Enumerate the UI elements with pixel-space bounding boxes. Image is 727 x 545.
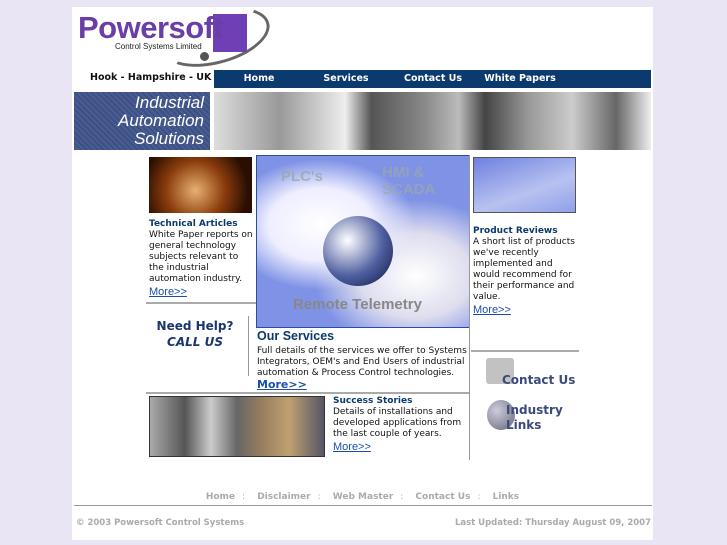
services-image[interactable]: PLC's HMI & SCADA Remote Telemetry — [256, 155, 470, 328]
technical-articles-title[interactable]: Technical Articles — [149, 219, 238, 229]
separator: : — [317, 492, 321, 502]
telemetry-label: Remote Telemetry — [293, 296, 422, 313]
technical-more-link[interactable]: More>> — [149, 286, 187, 298]
logo-ball — [200, 52, 209, 61]
nav-bar: Home Services Contact Us White Papers — [214, 70, 651, 88]
product-reviews-image[interactable] — [473, 157, 576, 213]
our-services-title[interactable]: Our Services — [257, 329, 334, 343]
footer-disclaimer[interactable]: Disclaimer — [257, 492, 310, 502]
separator: : — [242, 492, 246, 502]
need-help-text: Need Help? — [156, 319, 234, 333]
success-more-link[interactable]: More>> — [333, 441, 371, 453]
divider — [146, 302, 256, 304]
divider — [471, 350, 579, 352]
nav-contact-us[interactable]: Contact Us — [404, 73, 462, 84]
header-photo-strip — [214, 92, 651, 150]
separator: : — [400, 492, 404, 502]
footer-webmaster[interactable]: Web Master — [333, 492, 394, 502]
divider — [146, 392, 469, 394]
footer-links-link[interactable]: Links — [493, 492, 520, 502]
globe-icon — [323, 216, 393, 286]
hmi-label: HMI & SCADA — [382, 164, 436, 198]
technical-articles-image[interactable] — [149, 157, 252, 213]
nav-white-papers[interactable]: White Papers — [484, 73, 556, 84]
technical-articles-text: White Paper reports on general technolog… — [149, 230, 253, 284]
reviews-more-link[interactable]: More>> — [473, 304, 511, 316]
footer-divider — [74, 505, 652, 506]
divider — [469, 155, 470, 460]
success-stories-title[interactable]: Success Stories — [333, 396, 412, 406]
industry-links-link[interactable]: Industry Links — [506, 403, 566, 433]
success-stories-image[interactable] — [149, 396, 325, 457]
success-stories-text: Details of installations and developed a… — [333, 407, 462, 439]
services-more-link[interactable]: More>> — [257, 378, 307, 391]
product-reviews-title[interactable]: Product Reviews — [473, 226, 558, 236]
location-text: Hook - Hampshire - UK — [90, 72, 212, 83]
services-text: Full details of the services we offer to… — [257, 346, 467, 378]
banner-line: Industrial — [135, 93, 204, 112]
copyright: © 2003 Powersoft Control Systems — [76, 518, 245, 528]
contact-us-link[interactable]: Contact Us — [502, 373, 575, 387]
banner-line: Solutions — [134, 129, 204, 148]
banner-title: Industrial Automation Solutions — [74, 92, 210, 150]
nav-services[interactable]: Services — [323, 73, 368, 84]
footer-home[interactable]: Home — [206, 492, 235, 502]
need-help-callout[interactable]: Need Help? CALL US — [150, 318, 240, 350]
nav-home[interactable]: Home — [244, 73, 275, 84]
separator: : — [477, 492, 481, 502]
page: Powersoft Control Systems Limited Hook -… — [0, 0, 727, 545]
last-updated: Last Updated: Thursday August 09, 2007 — [454, 518, 651, 528]
banner-line: Automation — [118, 111, 204, 130]
footer-contact[interactable]: Contact Us — [415, 492, 470, 502]
call-us-text: CALL US — [167, 335, 223, 349]
logo[interactable]: Powersoft — [78, 10, 224, 46]
plc-label: PLC's — [281, 168, 323, 185]
footer-links: Home: Disclaimer: Web Master: Contact Us… — [72, 484, 653, 503]
logo-subtitle: Control Systems Limited — [115, 42, 202, 51]
product-reviews-text: A short list of products we've recently … — [473, 237, 575, 302]
divider — [248, 316, 249, 376]
